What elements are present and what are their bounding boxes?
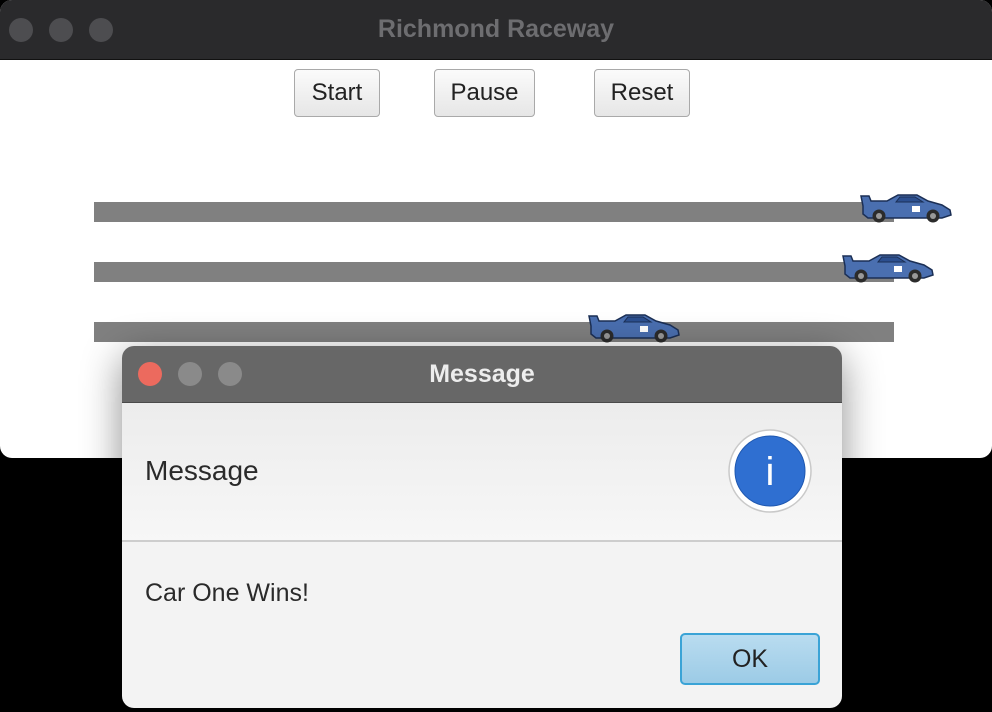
dialog-header-text: Message — [145, 455, 259, 486]
race-track-3 — [94, 322, 894, 342]
race-track-2 — [94, 262, 894, 282]
race-car-icon — [842, 254, 934, 283]
dialog-title: Message — [429, 360, 535, 388]
info-icon-glyph: i — [766, 450, 775, 494]
race-car-icon — [860, 194, 952, 223]
pause-button[interactable]: Pause — [434, 69, 535, 117]
race-car-3 — [588, 313, 680, 343]
reset-button[interactable]: Reset — [594, 69, 690, 117]
dialog-titlebar: Message — [122, 346, 842, 403]
ok-button[interactable]: OK — [680, 633, 820, 685]
info-icon: i — [728, 429, 812, 513]
race-track-1 — [94, 202, 894, 222]
start-button[interactable]: Start — [294, 69, 380, 117]
window-title: Richmond Raceway — [377, 15, 615, 43]
race-car-icon — [588, 314, 680, 343]
race-car-1 — [860, 193, 952, 223]
titlebar: Richmond Raceway — [0, 0, 992, 60]
message-dialog: Message Message i Car One Wins! OK — [122, 346, 842, 708]
dialog-message: Car One Wins! — [145, 579, 309, 607]
race-car-2 — [842, 253, 934, 283]
